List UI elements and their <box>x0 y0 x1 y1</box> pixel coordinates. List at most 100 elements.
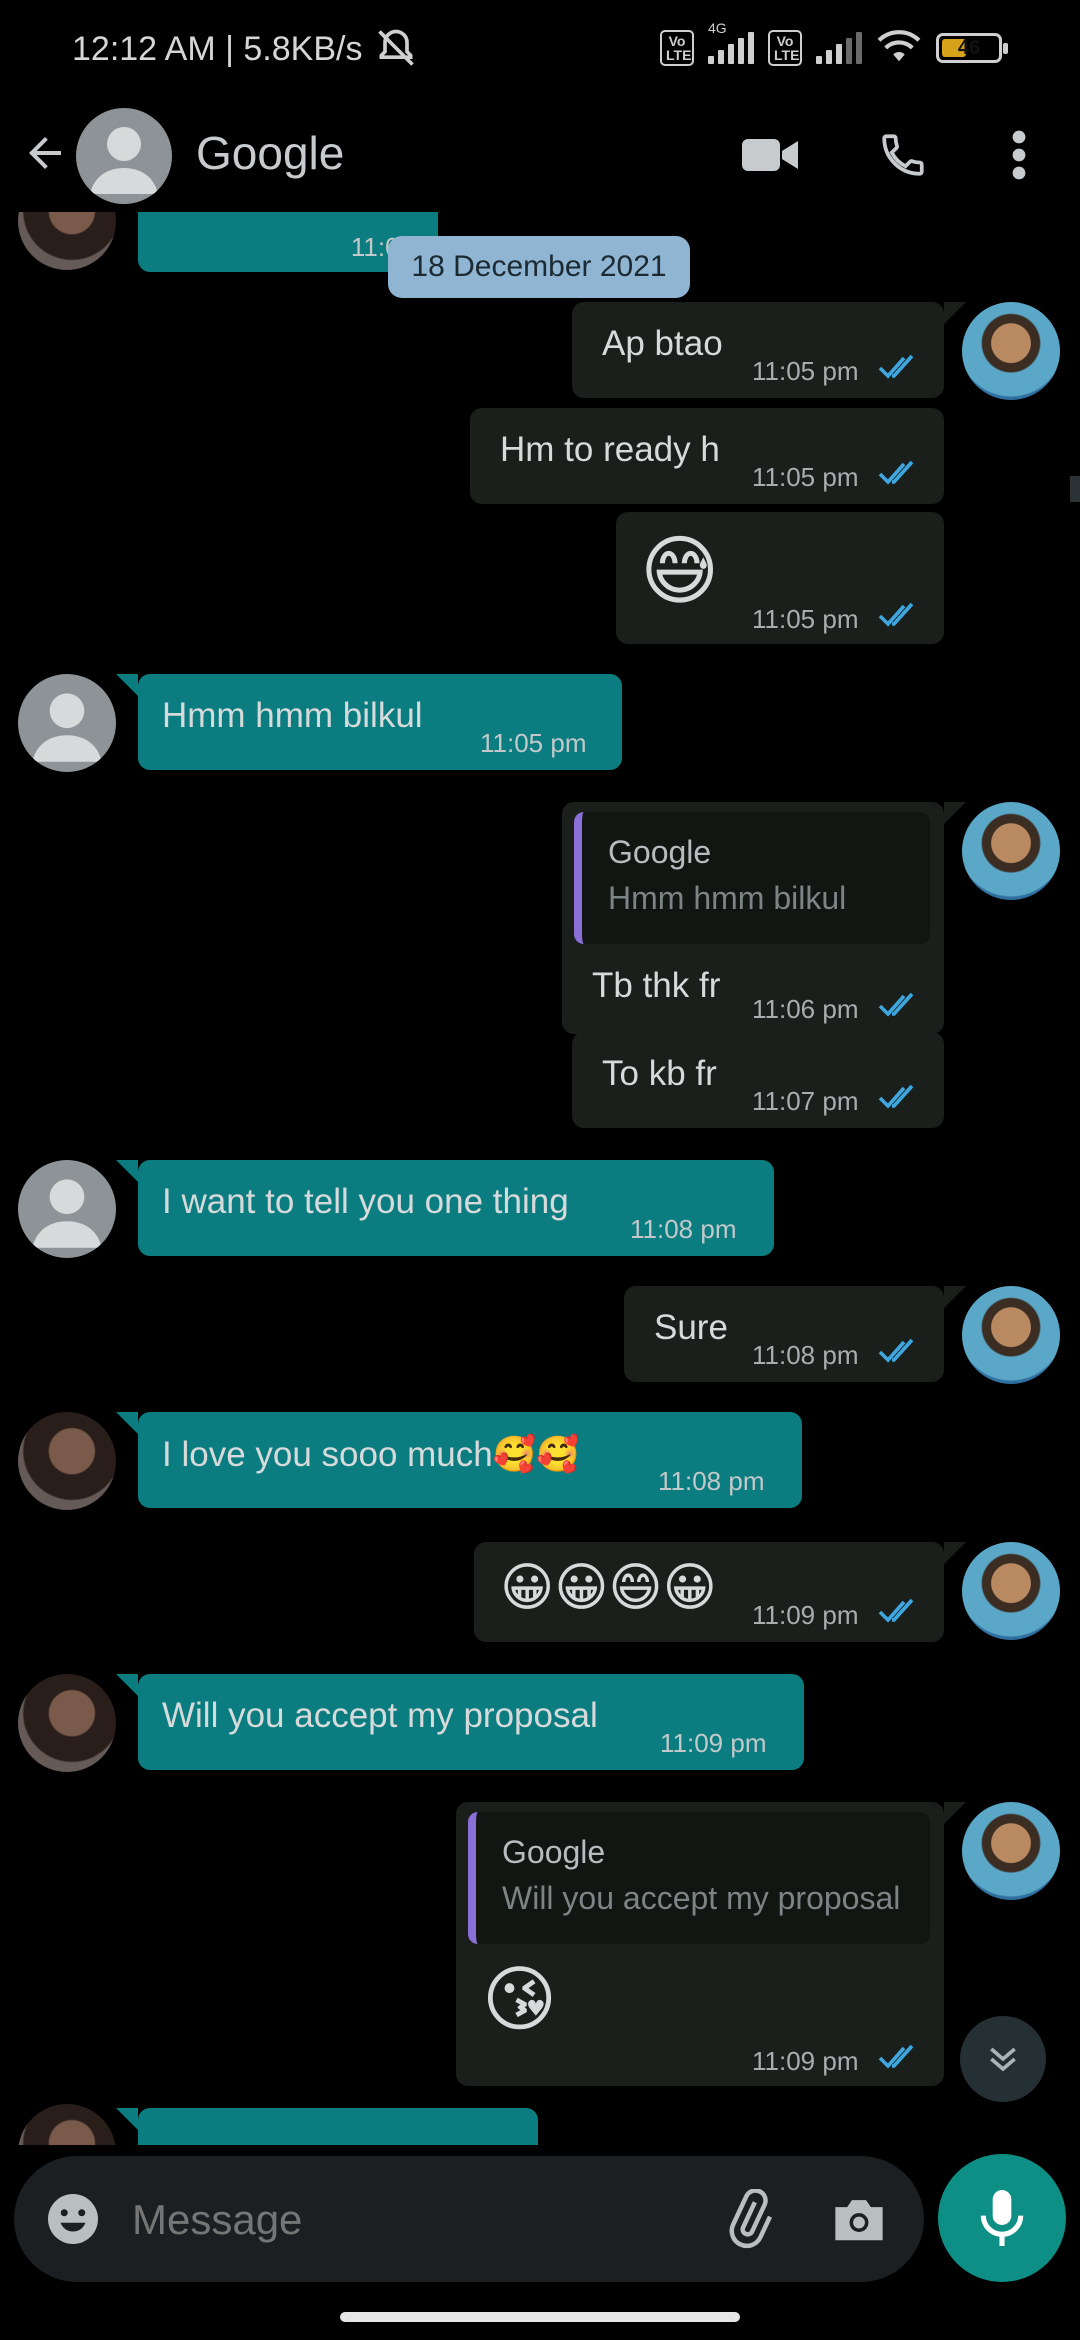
scrollbar[interactable] <box>1070 476 1080 502</box>
quoted-text: Will you accept my proposal <box>502 1880 901 1916</box>
double-chevron-down-icon <box>990 2047 1016 2072</box>
sender-avatar[interactable] <box>18 1160 116 1258</box>
message-text: Hmm hmm bilkul <box>162 696 423 735</box>
smiley-icon <box>48 2194 98 2244</box>
message-time: 11:09 pm <box>660 1728 767 1758</box>
message-time: 11:05 pm <box>752 356 859 386</box>
message-bubble-incoming[interactable]: Will you accept my proposal 11:09 pm <box>138 1674 804 1770</box>
bubble-tail <box>944 802 966 824</box>
voice-record-button[interactable] <box>938 2154 1066 2282</box>
sender-avatar[interactable] <box>18 674 116 772</box>
quoted-message[interactable]: Google Hmm hmm bilkul <box>574 812 930 944</box>
more-options-button[interactable] <box>988 124 1050 186</box>
quoted-message[interactable]: Google Will you accept my proposal <box>468 1812 930 1944</box>
message-bubble-outgoing[interactable]: Sure 11:08 pm <box>624 1286 944 1382</box>
double-check-icon <box>878 992 914 1017</box>
bubble-tail <box>116 674 138 696</box>
message-time: 11:05 pm <box>480 728 587 758</box>
bubble-tail <box>116 1412 138 1434</box>
message-bubble-incoming[interactable] <box>138 2108 538 2145</box>
more-vertical-icon <box>1012 130 1026 180</box>
message-emoji: 😀😀😄😀 <box>500 1559 717 1617</box>
quoted-sender: Google <box>502 1834 606 1870</box>
bubble-tail <box>116 1160 138 1182</box>
message-bubble-incoming[interactable]: I want to tell you one thing 11:08 pm <box>138 1160 774 1256</box>
bubble-tail <box>944 1542 966 1564</box>
camera-button[interactable] <box>826 2186 892 2252</box>
my-avatar[interactable] <box>962 1286 1060 1384</box>
message-time: 11:09 pm <box>752 2046 859 2076</box>
message-time: 11:07 pm <box>752 1086 859 1116</box>
bubble-tail <box>944 1802 966 1824</box>
sender-avatar[interactable] <box>18 2104 116 2145</box>
home-indicator[interactable] <box>340 2312 740 2322</box>
message-text: Hm to ready h <box>500 430 720 469</box>
chat-header: Google <box>0 96 1080 212</box>
quoted-sender: Google <box>608 834 712 870</box>
voice-call-button[interactable] <box>872 124 934 186</box>
message-time: 11:06 pm <box>752 994 859 1024</box>
double-check-icon <box>878 602 914 627</box>
message-time: 11:08 pm <box>752 1340 859 1370</box>
person-icon <box>90 127 158 194</box>
message-emoji: 😅 <box>640 529 720 614</box>
sender-avatar[interactable] <box>18 1412 116 1510</box>
message-input[interactable] <box>132 2194 692 2246</box>
arrow-left-icon <box>29 137 61 169</box>
my-avatar[interactable] <box>962 1802 1060 1900</box>
double-check-icon <box>878 2044 914 2069</box>
message-text: Will you accept my proposal <box>162 1696 598 1735</box>
message-bubble-outgoing[interactable]: 😀😀😄😀 11:09 pm <box>474 1542 944 1642</box>
my-avatar[interactable] <box>962 802 1060 900</box>
double-check-icon <box>878 460 914 485</box>
message-text: I love you sooo much🥰🥰 <box>162 1435 580 1474</box>
network-label: 4G <box>708 20 727 36</box>
back-button[interactable] <box>14 122 76 184</box>
battery-level: 46 <box>957 36 981 59</box>
message-list[interactable]: 11:04 18 December 2021 Ap btao 11:05 pm … <box>0 212 1080 2145</box>
double-check-icon <box>878 1084 914 1109</box>
video-camera-icon <box>742 139 798 171</box>
video-call-button[interactable] <box>740 124 802 186</box>
scroll-to-bottom-button[interactable] <box>960 2016 1046 2102</box>
sender-avatar[interactable] <box>18 1674 116 1772</box>
message-bubble-incoming[interactable]: Hmm hmm bilkul 11:05 pm <box>138 674 622 770</box>
message-bubble-outgoing[interactable]: Ap btao 11:05 pm <box>572 302 944 398</box>
message-text: To kb fr <box>602 1054 717 1093</box>
sender-avatar[interactable] <box>18 212 116 270</box>
microphone-icon <box>980 2190 1024 2246</box>
message-text: Ap btao <box>602 324 723 363</box>
message-bubble-incoming[interactable]: I love you sooo much🥰🥰 11:08 pm <box>138 1412 802 1508</box>
message-emoji: 😘 <box>482 1960 558 2040</box>
message-bubble-outgoing[interactable]: Google Hmm hmm bilkul Tb thk fr 11:06 pm <box>562 802 944 1034</box>
phone-icon <box>882 134 924 176</box>
bubble-tail <box>944 1286 966 1308</box>
emoji-button[interactable] <box>40 2186 106 2252</box>
message-time: 11:05 pm <box>752 604 859 634</box>
status-bar: 12:12 AM | 5.8KB/s Vo LTE 4G Vo LTE 46 <box>0 0 1080 96</box>
battery-icon: 46 <box>936 33 1008 63</box>
volte-icon-2: Vo LTE <box>768 30 802 66</box>
camera-icon <box>835 2200 883 2241</box>
contact-name[interactable]: Google <box>196 126 344 180</box>
volte-icon: Vo LTE <box>660 30 694 66</box>
composer <box>14 2156 924 2282</box>
quoted-text: Hmm hmm bilkul <box>608 880 847 916</box>
message-bubble-outgoing[interactable]: Hm to ready h 11:05 pm <box>470 408 944 504</box>
message-time: 11:08 pm <box>658 1466 765 1496</box>
message-bubble-outgoing[interactable]: Google Will you accept my proposal 😘 11:… <box>456 1802 944 2086</box>
person-icon <box>32 693 102 762</box>
message-bubble-outgoing[interactable]: To kb fr 11:07 pm <box>572 1032 944 1128</box>
attach-button[interactable] <box>716 2186 782 2252</box>
mute-icon <box>374 26 418 75</box>
message-bubble-outgoing[interactable]: 😅 11:05 pm <box>616 512 944 644</box>
paperclip-icon <box>729 2189 773 2249</box>
double-check-icon <box>878 1598 914 1623</box>
bubble-tail <box>116 1674 138 1696</box>
message-text: Sure <box>654 1308 728 1347</box>
date-chip: 18 December 2021 <box>388 236 690 298</box>
my-avatar[interactable] <box>962 302 1060 400</box>
my-avatar[interactable] <box>962 1542 1060 1640</box>
message-time: 11:08 pm <box>630 1214 737 1244</box>
contact-avatar[interactable] <box>76 108 172 204</box>
